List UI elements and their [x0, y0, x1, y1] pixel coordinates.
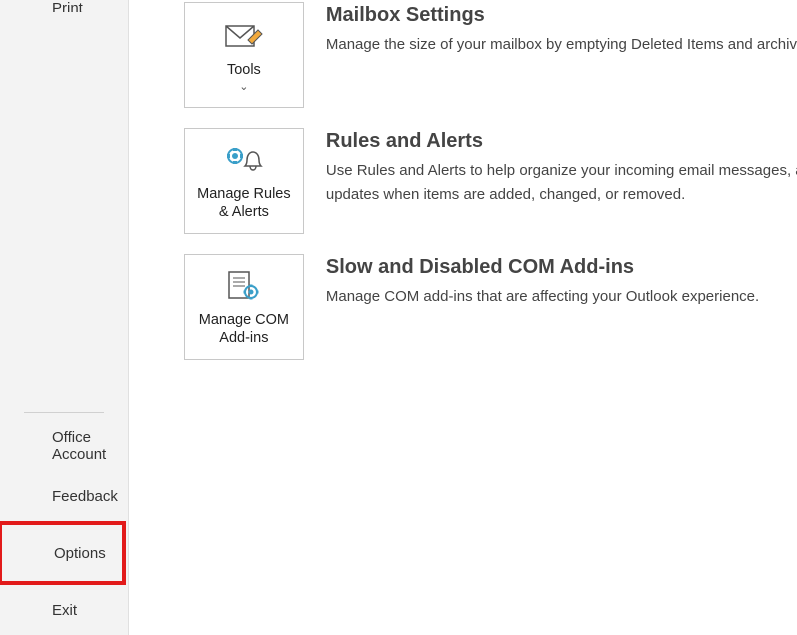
chevron-down-icon: ⌄ — [239, 82, 248, 93]
tile-manage-rules[interactable]: Manage Rules & Alerts — [184, 128, 304, 234]
tools-icon — [224, 17, 264, 57]
com-addins-icon — [225, 267, 263, 307]
sidebar-item-label: Print — [52, 0, 83, 12]
sidebar-item-print[interactable]: Print — [0, 0, 128, 12]
rules-alerts-icon — [223, 141, 265, 181]
tile-label: Tools — [227, 61, 261, 79]
section-title: Slow and Disabled COM Add-ins — [326, 256, 797, 279]
main-content: Tools ⌄ Mailbox Settings Manage the size… — [129, 0, 797, 635]
tile-tools[interactable]: Tools ⌄ — [184, 2, 304, 108]
section-title: Rules and Alerts — [326, 130, 797, 153]
tile-label: Manage COM Add-ins — [191, 311, 297, 347]
backstage-sidebar: Print Office Account Feedback Options Ex… — [0, 0, 129, 635]
annotation-highlight: Options — [0, 521, 126, 585]
sidebar-item-options[interactable]: Options — [2, 525, 122, 581]
section-desc: Manage the size of your mailbox by empty… — [326, 33, 797, 57]
sidebar-item-exit[interactable]: Exit — [0, 585, 128, 635]
section-desc: Use Rules and Alerts to help organize yo… — [326, 159, 797, 207]
section-title: Mailbox Settings — [326, 4, 797, 27]
tile-manage-com-addins[interactable]: Manage COM Add-ins — [184, 254, 304, 360]
sidebar-item-label: Options — [54, 545, 106, 562]
sidebar-item-label: Exit — [52, 602, 77, 619]
tile-label: Manage Rules & Alerts — [191, 185, 297, 221]
sidebar-item-feedback[interactable]: Feedback — [0, 471, 128, 521]
sidebar-divider — [24, 412, 104, 413]
section-desc: Manage COM add-ins that are affecting yo… — [326, 285, 797, 309]
section-com-addins: Manage COM Add-ins Slow and Disabled COM… — [184, 254, 797, 360]
sidebar-item-office-account[interactable]: Office Account — [0, 421, 128, 471]
section-mailbox-settings: Tools ⌄ Mailbox Settings Manage the size… — [184, 2, 797, 108]
sidebar-item-label: Office Account — [52, 429, 118, 463]
sidebar-item-label: Feedback — [52, 488, 118, 505]
section-rules-alerts: Manage Rules & Alerts Rules and Alerts U… — [184, 128, 797, 234]
